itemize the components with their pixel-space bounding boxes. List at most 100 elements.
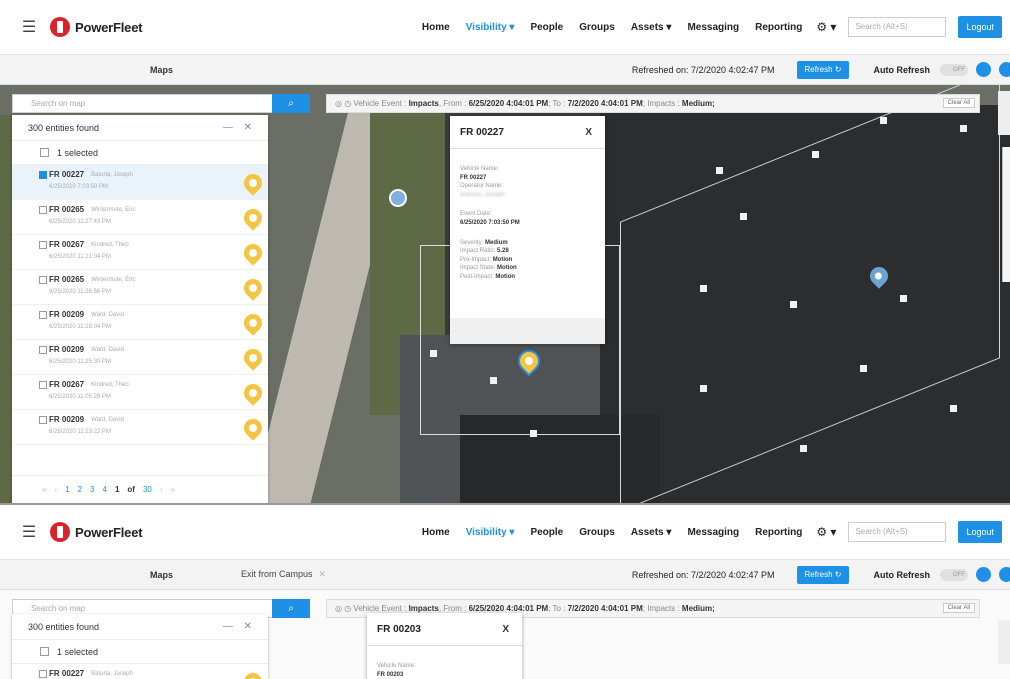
- list-item[interactable]: FR 00209 Ward, David 6/25/2020 11:23:22 PM: [12, 410, 268, 445]
- list-item[interactable]: FR 00267 Kindred, Theo 6/25/2020 11:05:28 …: [12, 375, 268, 410]
- entity-operator: Wintermute, Eric: [91, 206, 136, 213]
- filter-level: Medium;: [681, 604, 715, 613]
- entity-operator: Kindred, Theo: [91, 241, 129, 248]
- filter-icon: ◎ ◷: [335, 99, 352, 108]
- entity-name: FR 00227: [49, 170, 85, 179]
- gear-icon[interactable]: ⚙ ▾: [816, 525, 836, 539]
- help-icon[interactable]: [999, 62, 1010, 77]
- entity-checkbox[interactable]: [39, 170, 47, 179]
- pager-prev[interactable]: ‹: [54, 485, 57, 494]
- hamburger-menu-icon[interactable]: ☰: [14, 522, 44, 542]
- map-search-button[interactable]: ⌕: [272, 94, 310, 113]
- nav-messaging[interactable]: Messaging: [687, 22, 739, 33]
- close-tab-icon[interactable]: ✕: [319, 569, 327, 579]
- select-all-checkbox[interactable]: [40, 148, 49, 157]
- logout-button[interactable]: Logout: [958, 16, 1002, 38]
- entity-checkbox[interactable]: [39, 380, 47, 389]
- refresh-button[interactable]: Refresh ↻: [796, 565, 850, 584]
- vehicle-name-value: FR 00227: [460, 174, 487, 181]
- satellite-map[interactable]: Search on map ⌕ ◎ ◷ Vehicle Event : Impa…: [0, 85, 1010, 503]
- panel-minimize-close-controls[interactable]: — ✕: [223, 122, 256, 133]
- map-search-input[interactable]: Search on map: [12, 94, 310, 113]
- selected-count-row[interactable]: 1 selected: [12, 141, 268, 165]
- map-layer-tools[interactable]: [998, 91, 1010, 135]
- list-item[interactable]: FR 00227 Baturla, Joseph: [12, 664, 268, 679]
- roof-vent: [900, 295, 907, 302]
- list-item[interactable]: FR 00209 Ward, David 6/25/2020 11:28:04 PM: [12, 305, 268, 340]
- select-all-checkbox[interactable]: [40, 647, 49, 656]
- list-item[interactable]: FR 00267 Kindred, Theo 6/25/2020 11:21:04 …: [12, 235, 268, 270]
- list-item[interactable]: FR 00209 Ward, David 6/25/2020 11:25:30 PM: [12, 340, 268, 375]
- popup-close-button[interactable]: X: [585, 127, 592, 138]
- entity-checkbox[interactable]: [39, 415, 47, 424]
- map-search-button[interactable]: ⌕: [272, 599, 310, 618]
- map-zoom-slider[interactable]: [1002, 147, 1010, 282]
- global-search-input[interactable]: Search (Alt+S): [848, 17, 947, 37]
- refresh-button[interactable]: Refresh ↻: [796, 60, 850, 79]
- shield-icon[interactable]: [976, 567, 991, 582]
- nav-groups[interactable]: Groups: [579, 527, 615, 538]
- entity-name: FR 00209: [49, 310, 85, 319]
- panel-minimize-close-controls[interactable]: — ✕: [223, 621, 256, 632]
- nav-people[interactable]: People: [530, 22, 563, 33]
- entity-checkbox[interactable]: [39, 240, 47, 249]
- tab-maps[interactable]: Maps: [150, 65, 173, 75]
- entity-checkbox[interactable]: [39, 205, 47, 214]
- nav-groups[interactable]: Groups: [579, 22, 615, 33]
- selected-count-row[interactable]: 1 selected: [12, 640, 268, 664]
- roof-vent: [490, 377, 497, 384]
- list-item[interactable]: FR 00265 Wintermute, Eric 6/25/2020 11:27:…: [12, 200, 268, 235]
- entity-checkbox[interactable]: [39, 345, 47, 354]
- help-icon[interactable]: [999, 567, 1010, 582]
- clear-all-button[interactable]: Clear All: [942, 98, 975, 108]
- pager-page-2[interactable]: 2: [78, 485, 82, 494]
- pager-last[interactable]: »: [171, 485, 175, 494]
- nav-assets[interactable]: Assets ▾: [631, 22, 672, 33]
- nav-home[interactable]: Home: [422, 527, 450, 538]
- auto-refresh-toggle[interactable]: OFF: [940, 568, 968, 581]
- pager-page-3[interactable]: 3: [90, 485, 94, 494]
- nav-people[interactable]: People: [530, 527, 563, 538]
- clear-all-button[interactable]: Clear All: [942, 603, 975, 613]
- nav-assets[interactable]: Assets ▾: [631, 527, 672, 538]
- auto-refresh-toggle[interactable]: OFF: [940, 63, 968, 76]
- tab-exit-from-campus[interactable]: Exit from Campus ✕: [241, 569, 326, 580]
- entity-operator: Kindred, Theo: [91, 381, 129, 388]
- popup-footer: [450, 318, 605, 344]
- global-search-input[interactable]: Search (Alt+S): [848, 522, 947, 542]
- entity-name: FR 00265: [49, 205, 85, 214]
- popup-close-button[interactable]: X: [502, 624, 509, 635]
- list-item[interactable]: FR 00265 Wintermute, Eric 6/25/2020 11:26:…: [12, 270, 268, 305]
- nav-visibility[interactable]: Visibility ▾: [466, 22, 515, 33]
- powerfleet-logo[interactable]: PowerFleet: [50, 17, 143, 37]
- pager-next[interactable]: ›: [160, 485, 163, 494]
- shield-icon[interactable]: [976, 62, 991, 77]
- entity-checkbox[interactable]: [39, 310, 47, 319]
- pager-page-1[interactable]: 1: [65, 485, 69, 494]
- entity-name-row: FR 00265 Wintermute, Eric: [39, 205, 268, 214]
- roof-vent: [700, 385, 707, 392]
- nav-reporting[interactable]: Reporting: [755, 22, 802, 33]
- gear-icon[interactable]: ⚙ ▾: [816, 20, 836, 34]
- floorplan-map[interactable]: Search on map ⌕ ◎ ◷ Vehicle Event : Impa…: [0, 590, 1010, 679]
- event-date-value: 6/25/2020 7:03:50 PM: [460, 219, 520, 226]
- list-item[interactable]: FR 00227 Baturla, Joseph 6/25/2020 7:03:50…: [12, 165, 268, 200]
- pager-page-4[interactable]: 4: [102, 485, 106, 494]
- map-cluster-marker[interactable]: [389, 189, 407, 207]
- entity-operator: Baturla, Joseph: [91, 171, 133, 178]
- pager-first[interactable]: «: [42, 485, 46, 494]
- nav-messaging[interactable]: Messaging: [687, 527, 739, 538]
- entity-checkbox[interactable]: [39, 275, 47, 284]
- nav-visibility[interactable]: Visibility ▾: [466, 527, 515, 538]
- hamburger-menu-icon[interactable]: ☰: [14, 17, 44, 37]
- entity-checkbox[interactable]: [39, 669, 47, 678]
- pager-current[interactable]: 1: [115, 485, 119, 494]
- nav-home[interactable]: Home: [422, 22, 450, 33]
- filter-prefix: Vehicle Event :: [353, 99, 409, 108]
- map-layer-tools[interactable]: [998, 620, 1010, 664]
- roof-vent: [716, 167, 723, 174]
- tab-maps[interactable]: Maps: [150, 570, 173, 580]
- powerfleet-logo[interactable]: PowerFleet: [50, 522, 143, 542]
- logout-button[interactable]: Logout: [958, 521, 1002, 543]
- nav-reporting[interactable]: Reporting: [755, 527, 802, 538]
